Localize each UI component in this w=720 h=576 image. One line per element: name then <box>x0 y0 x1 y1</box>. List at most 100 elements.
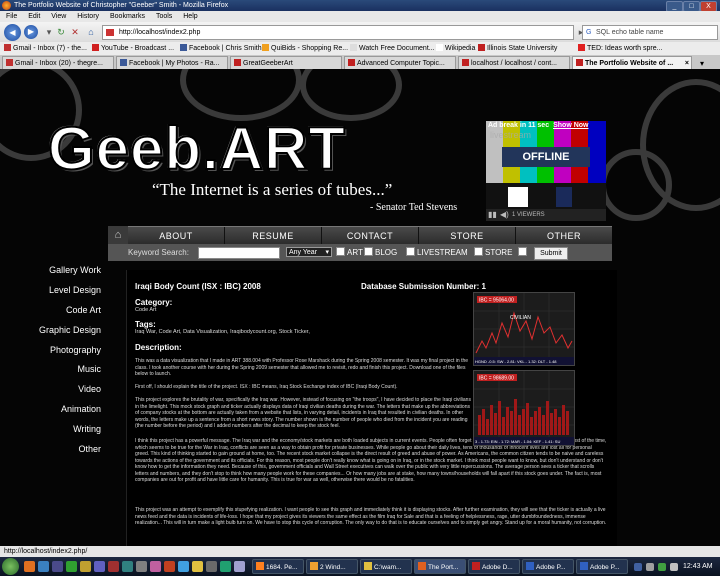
quicklaunch-app-icon[interactable] <box>178 561 189 572</box>
bookmark-isu[interactable]: Illinois State University <box>478 42 557 55</box>
menu-bookmarks[interactable]: Bookmarks <box>110 13 145 20</box>
bookmark-wikipedia[interactable]: Wikipedia <box>436 42 475 55</box>
sidebar-item-other[interactable]: Other <box>31 444 101 454</box>
sidebar-item-code-art[interactable]: Code Art <box>31 305 101 315</box>
volume-tray-icon[interactable] <box>670 563 678 571</box>
taskbar-item-7[interactable]: Adobe P... <box>576 559 628 574</box>
quicklaunch-app-icon[interactable] <box>220 561 231 572</box>
close-tab-icon[interactable]: × <box>685 57 689 69</box>
quicklaunch-app-icon[interactable] <box>122 561 133 572</box>
quicklaunch-app-icon[interactable] <box>108 561 119 572</box>
menu-history[interactable]: History <box>77 13 99 20</box>
play-icon[interactable]: ▮▮ <box>488 209 497 221</box>
visualization-thumbnail-2[interactable]: IBC = 98689.00 3 - 1.73: EIN - 1.72: MAR… <box>473 370 575 446</box>
site-logo[interactable]: Geeb.ART <box>47 114 346 183</box>
stop-icon[interactable]: ✕ <box>70 27 80 37</box>
quicklaunch-app-icon[interactable] <box>150 561 161 572</box>
nav-about[interactable]: ABOUT <box>128 227 225 245</box>
tab-advanced-computer[interactable]: Advanced Computer Topic... <box>344 56 456 69</box>
taskbar-item-1[interactable]: 1684. Pe... <box>252 559 304 574</box>
livestream-checkbox[interactable] <box>406 247 415 256</box>
sidebar-item-photography[interactable]: Photography <box>31 345 101 355</box>
bookmark-youtube[interactable]: YouTube - Broadcast ... <box>92 42 174 55</box>
sidebar-item-music[interactable]: Music <box>31 364 101 374</box>
quicklaunch-app-icon[interactable] <box>192 561 203 572</box>
filter-extra[interactable] <box>518 244 529 261</box>
taskbar-item-5[interactable]: Adobe D... <box>468 559 520 574</box>
category-value[interactable]: Code Art <box>135 307 156 313</box>
back-button[interactable]: ◀ <box>4 24 21 41</box>
quicklaunch-media-icon[interactable] <box>52 561 63 572</box>
forward-button[interactable]: ▶ <box>24 25 38 39</box>
quicklaunch-app-icon[interactable] <box>66 561 77 572</box>
bookmark-documentaries[interactable]: Watch Free Document... <box>350 42 435 55</box>
taskbar-item-3[interactable]: C:\wam... <box>360 559 412 574</box>
keyword-input[interactable] <box>198 247 280 259</box>
bookmark-facebook[interactable]: Facebook | Chris Smith <box>180 42 262 55</box>
sidebar-item-level-design[interactable]: Level Design <box>31 285 101 295</box>
store-checkbox[interactable] <box>474 247 483 256</box>
menu-tools[interactable]: Tools <box>156 13 172 20</box>
quicklaunch-firefox-icon[interactable] <box>24 561 35 572</box>
tab-facebook[interactable]: Facebook | My Photos - Ra... <box>116 56 228 69</box>
tab-gmail[interactable]: Gmail - Inbox (20) - thegre... <box>2 56 114 69</box>
sidebar-item-graphic-design[interactable]: Graphic Design <box>31 325 101 335</box>
home-icon[interactable]: ⌂ <box>86 27 96 37</box>
blog-checkbox[interactable] <box>364 247 373 256</box>
start-button[interactable] <box>2 558 19 575</box>
tags-value[interactable]: Iraq War, Code Art, Data Visualization, … <box>135 329 310 335</box>
bookmark-gmail[interactable]: Gmail - Inbox (7) - the... <box>4 42 87 55</box>
menu-view[interactable]: View <box>51 13 66 20</box>
livestream-player[interactable]: Ad break in 11 sec Show Now livestream OF… <box>486 121 606 209</box>
taskbar-clock[interactable]: 12:43 AM <box>683 557 713 576</box>
tab-phpmyadmin[interactable]: localhost / localhost / cont... <box>458 56 570 69</box>
menu-edit[interactable]: Edit <box>28 13 40 20</box>
filter-store[interactable]: STORE <box>474 244 512 261</box>
submit-button[interactable]: Submit <box>534 247 568 260</box>
menu-help[interactable]: Help <box>183 13 197 20</box>
taskbar-item-4[interactable]: The Port... <box>414 559 466 574</box>
quicklaunch-app-icon[interactable] <box>94 561 105 572</box>
quicklaunch-app-icon[interactable] <box>164 561 175 572</box>
tray-icon[interactable] <box>658 563 666 571</box>
year-select[interactable]: Any Year ▾ <box>286 247 332 257</box>
quicklaunch-app-icon[interactable] <box>136 561 147 572</box>
home-nav-icon[interactable]: ⌂ <box>108 226 128 244</box>
tab-greatgeeberart[interactable]: GreatGeeberArt <box>230 56 342 69</box>
art-checkbox[interactable] <box>336 247 345 256</box>
show-now-link[interactable]: Show Now <box>553 122 588 129</box>
chevron-down-icon: ▾ <box>325 249 329 256</box>
sidebar-item-writing[interactable]: Writing <box>31 424 101 434</box>
nav-resume[interactable]: RESUME <box>225 227 322 245</box>
menu-file[interactable]: File <box>6 13 17 20</box>
url-field[interactable]: http://localhost/index2.php <box>102 25 574 40</box>
quicklaunch-ie-icon[interactable] <box>38 561 49 572</box>
taskbar-item-6[interactable]: Adobe P... <box>522 559 574 574</box>
tab-portfolio[interactable]: The Portfolio Website of ... × <box>572 56 692 69</box>
quicklaunch-app-icon[interactable] <box>206 561 217 572</box>
visualization-thumbnail-1[interactable]: IBC = 95064.00 CIVILIAN HGND -0.5: SW - … <box>473 292 575 366</box>
nav-other[interactable]: OTHER <box>516 227 612 245</box>
reload-icon[interactable]: ↻ <box>56 27 66 37</box>
search-input[interactable]: G SQL echo table name <box>582 25 718 40</box>
quicklaunch-app-icon[interactable] <box>234 561 245 572</box>
sidebar-item-video[interactable]: Video <box>31 384 101 394</box>
taskbar-item-2[interactable]: 2 Wind... <box>306 559 358 574</box>
bookmark-ted[interactable]: TED: Ideas worth spre... <box>578 42 662 55</box>
search-engine-icon[interactable]: G <box>586 26 591 39</box>
quicklaunch-folder-icon[interactable] <box>80 561 91 572</box>
sidebar-item-gallery-work[interactable]: Gallery Work <box>31 265 101 275</box>
tab-list-icon[interactable]: ▾ <box>700 57 704 69</box>
filter-livestream[interactable]: LIVESTREAM <box>406 244 468 261</box>
dropdown-icon[interactable]: ▾ <box>44 27 54 37</box>
tray-icon[interactable] <box>646 563 654 571</box>
nav-store[interactable]: STORE <box>419 227 516 245</box>
tray-icon[interactable] <box>634 563 642 571</box>
sidebar-item-animation[interactable]: Animation <box>31 404 101 414</box>
nav-contact[interactable]: CONTACT <box>322 227 419 245</box>
filter-art[interactable]: ART <box>336 244 363 261</box>
volume-icon[interactable]: ◀) <box>500 209 509 221</box>
extra-checkbox[interactable] <box>518 247 527 256</box>
bookmark-quibids[interactable]: QuiBids - Shopping Re... <box>262 42 348 55</box>
filter-blog[interactable]: BLOG <box>364 244 397 261</box>
